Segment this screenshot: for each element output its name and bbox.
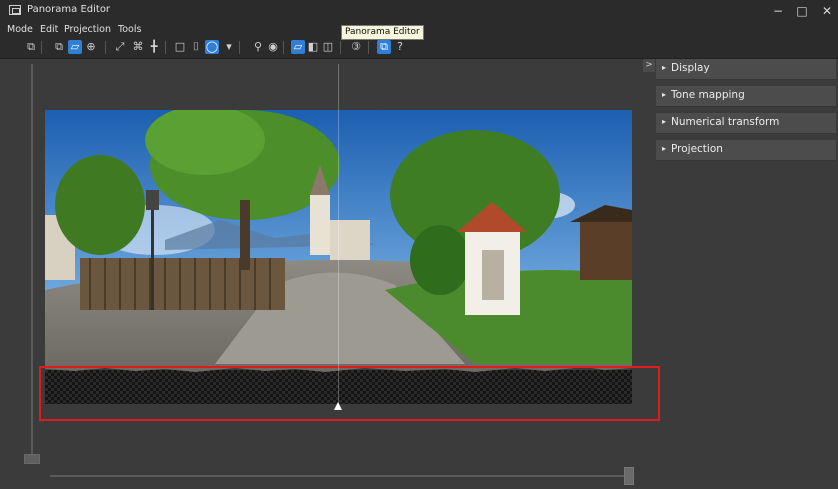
panel-label: Numerical transform	[671, 116, 780, 128]
window-title: Panorama Editor	[27, 4, 111, 15]
toolbar-separator	[239, 41, 240, 54]
app-icon	[9, 5, 21, 15]
mode-crop-icon[interactable]: ⧉	[52, 40, 66, 54]
horizontal-slider-thumb[interactable]	[624, 467, 634, 485]
panel-numerical-transform[interactable]: ▸ Numerical transform	[656, 113, 836, 134]
panel-projection[interactable]: ▸ Projection	[656, 140, 836, 161]
panel-display[interactable]: ▸ Display	[656, 59, 836, 80]
title-bar: Panorama Editor − □ ✕	[0, 0, 838, 22]
panel-label: Projection	[671, 143, 723, 155]
expand-arrow-icon: ▸	[662, 117, 667, 126]
expand-arrow-icon: ▸	[662, 90, 667, 99]
panel-toggle-icon[interactable]: ⧉	[377, 40, 391, 54]
view-split-icon[interactable]: ◫	[321, 40, 335, 54]
vertical-slider-track[interactable]	[31, 64, 33, 454]
highlight-box	[39, 366, 660, 421]
expand-arrow-icon: ▸	[662, 144, 667, 153]
menu-edit[interactable]: Edit	[40, 24, 58, 35]
projection-rect-icon[interactable]: □	[173, 40, 187, 54]
panel-label: Tone mapping	[671, 89, 745, 101]
panel-collapse-button[interactable]: >	[643, 59, 655, 72]
vertical-slider-thumb[interactable]	[24, 454, 40, 464]
center-icon[interactable]: ╋	[147, 40, 161, 54]
eye-icon[interactable]: ◉	[266, 40, 280, 54]
stereo-icon[interactable]: ③	[349, 40, 363, 54]
align-icon[interactable]: ⌘	[131, 40, 145, 54]
toolbar-separator	[165, 41, 166, 54]
help-icon[interactable]: ?	[393, 40, 407, 54]
horizontal-slider-track[interactable]	[50, 475, 630, 477]
menu-projection[interactable]: Projection	[64, 24, 111, 35]
panel-tone-mapping[interactable]: ▸ Tone mapping	[656, 86, 836, 107]
panel-label: Display	[671, 62, 710, 74]
close-button[interactable]: ✕	[817, 3, 837, 19]
toolbar-separator	[41, 41, 42, 54]
mode-move-icon[interactable]: ⊕	[84, 40, 98, 54]
center-marker[interactable]	[334, 402, 342, 410]
center-guide-line	[338, 64, 339, 404]
menu-tools[interactable]: Tools	[118, 24, 141, 35]
toolbar-separator	[340, 41, 341, 54]
minimize-button[interactable]: −	[768, 3, 788, 19]
zoom-icon[interactable]: ⚲	[251, 40, 265, 54]
maximize-button[interactable]: □	[792, 3, 812, 19]
toolbar-separator	[283, 41, 284, 54]
tooltip: Panorama Editor	[341, 25, 424, 40]
projection-cylinder-icon[interactable]: ⌷	[189, 40, 203, 54]
mode-view-icon[interactable]: ⧉	[24, 40, 38, 54]
view-single-icon[interactable]: ▱	[291, 40, 305, 54]
projection-dropdown-icon[interactable]: ▾	[222, 40, 236, 54]
view-half-icon[interactable]: ◧	[306, 40, 320, 54]
projection-sphere-icon[interactable]: ◯	[205, 40, 219, 54]
fit-icon[interactable]: ⤢	[113, 40, 127, 54]
expand-arrow-icon: ▸	[662, 63, 667, 72]
menu-mode[interactable]: Mode	[7, 24, 33, 35]
mode-edit-icon[interactable]: ▱	[68, 40, 82, 54]
toolbar-separator	[368, 41, 369, 54]
toolbar-separator	[105, 41, 106, 54]
toolbar: ⧉ ⧉ ▱ ⊕ ⤢ ⌘ ╋ □ ⌷ ◯ ▾ ⚲ ◉ ▱ ◧ ◫ ③ ⧉?	[0, 38, 838, 59]
